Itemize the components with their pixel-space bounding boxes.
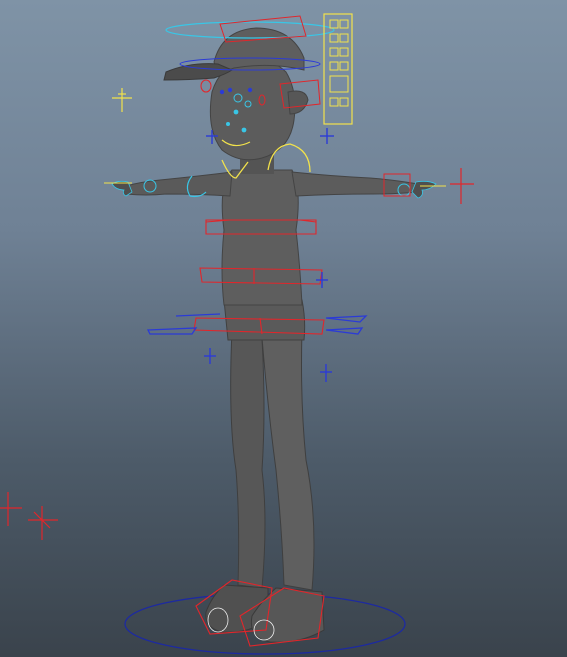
viewport-scene[interactable] xyxy=(0,0,567,657)
locator-cross-icon[interactable] xyxy=(112,88,132,112)
locator-cross-icon[interactable] xyxy=(0,492,58,540)
right-hand[interactable] xyxy=(411,180,437,199)
locator-cross-icon[interactable] xyxy=(450,168,474,204)
facial-control-panel[interactable] xyxy=(323,13,353,125)
character-mesh[interactable] xyxy=(111,27,437,643)
ear[interactable] xyxy=(287,90,309,115)
left-arm[interactable] xyxy=(125,171,233,197)
right-arm[interactable] xyxy=(291,171,419,197)
left-hand[interactable] xyxy=(111,180,133,197)
right-leg[interactable] xyxy=(261,329,315,591)
maya-viewport[interactable] xyxy=(0,0,567,657)
torso[interactable] xyxy=(221,169,303,306)
left-leg[interactable] xyxy=(230,329,266,589)
